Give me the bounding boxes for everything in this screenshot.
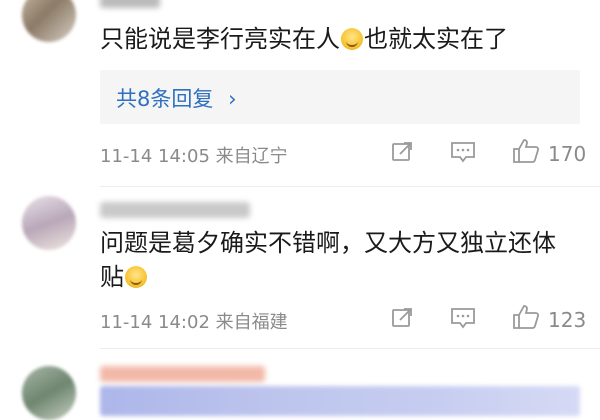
avatar[interactable] [22,196,76,250]
comment-meta: 11-14 14:02 来自福建 [100,312,288,333]
comment-text-line2-text: 贴 [100,263,124,291]
comment-text-cutoff [100,386,580,416]
share-icon[interactable] [390,306,414,330]
comment-icon[interactable] [450,306,476,330]
thumbs-up-icon[interactable] [512,138,540,164]
laughing-emoji-icon [341,28,363,50]
comment-text: 只能说是李行亮实在人 也就太实在了 [100,22,570,56]
divider [100,186,600,187]
like-count: 123 [548,308,587,332]
comment-item: 只能说是李行亮实在人 也就太实在了 共8条回复 › 11-14 14:05 来自辽… [0,0,600,190]
avatar[interactable] [22,0,76,42]
comment-text: 问题是葛夕确实不错啊，又大方又独立还体 贴 [100,226,570,294]
comment-text-line1: 问题是葛夕确实不错啊，又大方又独立还体 [100,229,556,257]
reply-count-text: 共8条回复 [116,87,214,111]
comment-text-line2: 贴 [100,260,570,294]
chevron-right-icon: › [228,87,237,111]
divider [100,348,600,349]
comment-text-part2: 也就太实在了 [364,25,508,53]
avatar[interactable] [22,366,76,420]
username-blurred [100,0,160,8]
laughing-emoji-icon [125,266,147,288]
comment-item: 问题是葛夕确实不错啊，又大方又独立还体 贴 11-14 14:02 来自福建 1… [0,190,600,350]
reply-count-label: 共8条回复 › [116,83,236,113]
comment-icon[interactable] [450,140,476,164]
thumbs-up-icon[interactable] [512,304,540,330]
view-replies-button[interactable]: 共8条回复 › [100,70,580,124]
share-icon[interactable] [390,140,414,164]
comment-meta: 11-14 14:05 来自辽宁 [100,146,288,167]
username-blurred [100,202,250,218]
username-blurred [100,366,265,382]
like-count: 170 [548,142,587,166]
comment-text-part1: 只能说是李行亮实在人 [100,25,340,53]
